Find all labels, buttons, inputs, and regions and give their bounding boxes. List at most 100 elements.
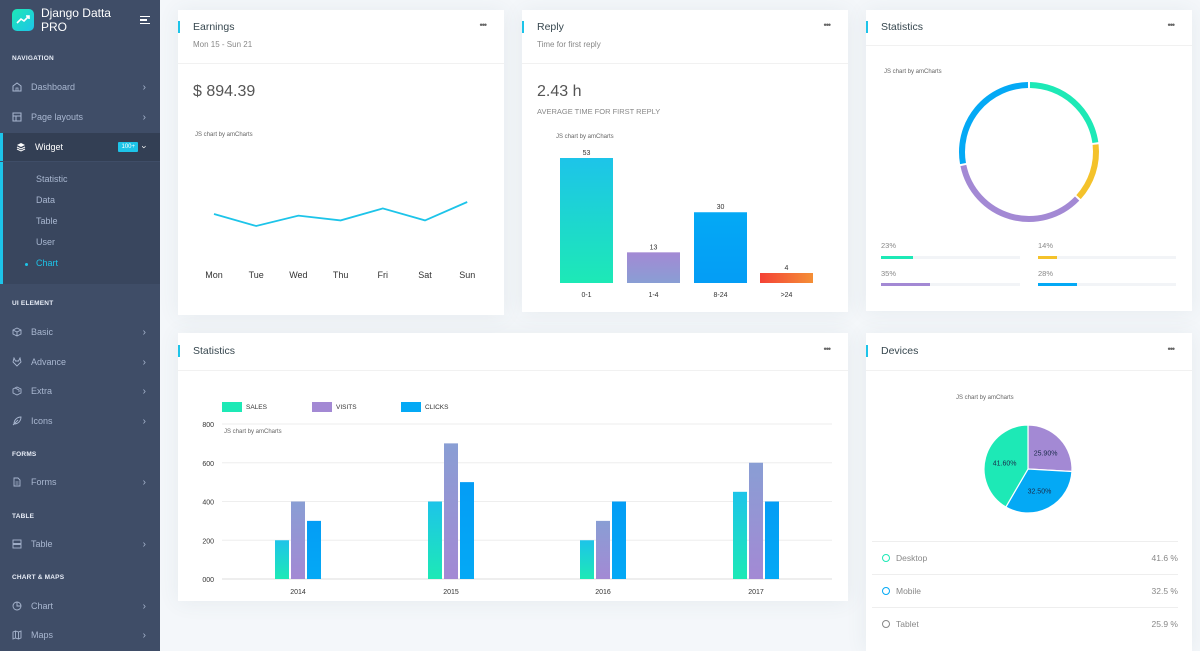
bar-value-label: 53 [583,150,591,157]
legend-item-clicks[interactable]: CLICKS [401,402,448,412]
sidebar-item-icons[interactable]: Icons › [0,407,160,435]
y-tick-label: 600 [202,461,214,468]
device-label: Desktop [896,553,928,563]
chevron-right-icon: › [142,629,146,641]
y-tick-label: 400 [202,500,214,507]
bar-value-label: 13 [650,244,658,251]
circle-icon [882,620,890,628]
sidebar-item-extra[interactable]: Extra › [0,377,160,405]
sidebar-item-forms[interactable]: Forms › [0,468,160,496]
bar-visits [444,443,458,579]
earnings-line [213,201,468,227]
card-title: Devices [865,345,919,357]
legend-swatch [312,402,332,412]
sidebar-item-chart[interactable]: Chart › [0,592,160,620]
bar-clicks [307,520,321,579]
bar-visits [596,520,610,579]
sidebar-item-dashboard[interactable]: Dashboard › [0,73,160,101]
nav-caption-forms: FORMS [12,451,37,458]
x-tick-label: Mon [205,270,223,280]
donut-segment [959,82,1029,165]
trending-up-icon[interactable] [12,9,34,31]
devices-card: Devices ••• JS chart by amCharts 25.90% 3… [865,333,1192,651]
bar-sales [275,540,289,579]
sidebar-item-basic[interactable]: Basic › [0,318,160,346]
sidebar-item-label: Widget [35,142,64,152]
legend-label: VISITS [336,403,357,411]
brand-name: Django Datta PRO [40,6,111,34]
pie-value-label: 41.60% [993,461,1017,468]
bar-value-label: 30 [717,204,725,211]
submenu-item-user[interactable]: User [36,237,55,247]
device-value: 25.9 % [1151,619,1178,629]
hamburger-icon[interactable] [140,14,150,27]
submenu-item-statistic[interactable]: Statistic [36,174,68,184]
brand: Django Datta PRO [12,6,152,34]
progress-label: 14% [1038,241,1054,250]
earnings-card: Earnings Mon 15 - Sun 21 ••• $ 894.39 JS… [177,10,504,315]
bar-visits [749,462,763,579]
sidebar-item-label: Advance [31,357,67,367]
sidebar-item-label: Dashboard [31,82,76,92]
card-subtitle: Time for first reply [537,40,601,49]
more-options-icon[interactable]: ••• [824,344,832,354]
legend-item-sales[interactable]: SALES [222,402,267,412]
x-tick-label: Tue [249,270,264,280]
chevron-right-icon: › [142,356,146,368]
nav-caption-table: TABLE [12,513,35,520]
sidebar-item-label: Table [31,539,53,549]
reply-bar [760,273,813,283]
progress-bar [1038,256,1176,259]
chevron-right-icon: › [142,81,146,93]
more-options-icon[interactable]: ••• [480,20,488,30]
more-options-icon[interactable]: ••• [824,20,832,30]
chevron-right-icon: › [142,415,146,427]
x-tick-label: Sat [418,270,432,280]
card-header: Statistics ••• [177,333,848,371]
card-subtitle: Mon 15 - Sun 21 [193,40,253,49]
sidebar-item-table[interactable]: Table › [0,530,160,558]
chevron-right-icon: › [142,538,146,550]
sidebar-item-label: Chart [31,601,54,611]
progress-bar [881,256,1020,259]
sidebar: Django Datta PRO NAVIGATION Dashboard › … [0,0,160,651]
progress-bar [1038,283,1176,286]
more-options-icon[interactable]: ••• [1168,344,1176,354]
submenu-item-chart[interactable]: Chart [36,258,58,268]
legend-item-visits[interactable]: VISITS [312,402,357,412]
statistics-grouped-bar-chart: 000 200 400 600 800 2014 2015 2016 2017 [202,422,832,596]
layout-icon [12,112,22,122]
progress-fill [881,283,930,286]
sidebar-item-label: Page layouts [31,112,84,122]
widget-badge: 100+ [118,142,138,152]
sidebar-item-maps[interactable]: Maps › [0,621,160,649]
donut-segment [1029,82,1099,144]
statistics-ring-card: Statistics ••• JS chart by amCharts 23% … [865,10,1192,311]
legend-label: SALES [246,403,267,411]
layers-icon [16,142,26,152]
card-title: Statistics [177,345,236,357]
sidebar-item-advance[interactable]: Advance › [0,348,160,376]
file-text-icon [12,477,22,487]
card-title: Earnings [177,21,235,33]
card-header: Earnings Mon 15 - Sun 21 ••• [177,10,504,64]
chevron-right-icon: › [142,476,146,488]
sidebar-item-label: Maps [31,630,54,640]
feather-icon [12,416,22,426]
home-icon [12,82,22,92]
sidebar-item-page-layouts[interactable]: Page layouts › [0,103,160,131]
x-tick-label: Thu [333,270,349,280]
submenu-item-table[interactable]: Table [36,216,58,226]
x-tick-label: 2017 [748,589,764,596]
submenu-item-data[interactable]: Data [36,195,55,205]
x-tick-label: 2016 [595,589,611,596]
chevron-right-icon: › [142,326,146,338]
pie-value-label: 25.90% [1034,450,1058,457]
more-options-icon[interactable]: ••• [1168,20,1176,30]
sidebar-item-widget[interactable]: Widget 100+ › [0,133,160,161]
device-label: Mobile [896,586,922,596]
statistics-donut-chart [959,82,1099,222]
package-icon [12,386,22,396]
bar-clicks [460,482,474,579]
card-header: Statistics ••• [865,10,1192,46]
